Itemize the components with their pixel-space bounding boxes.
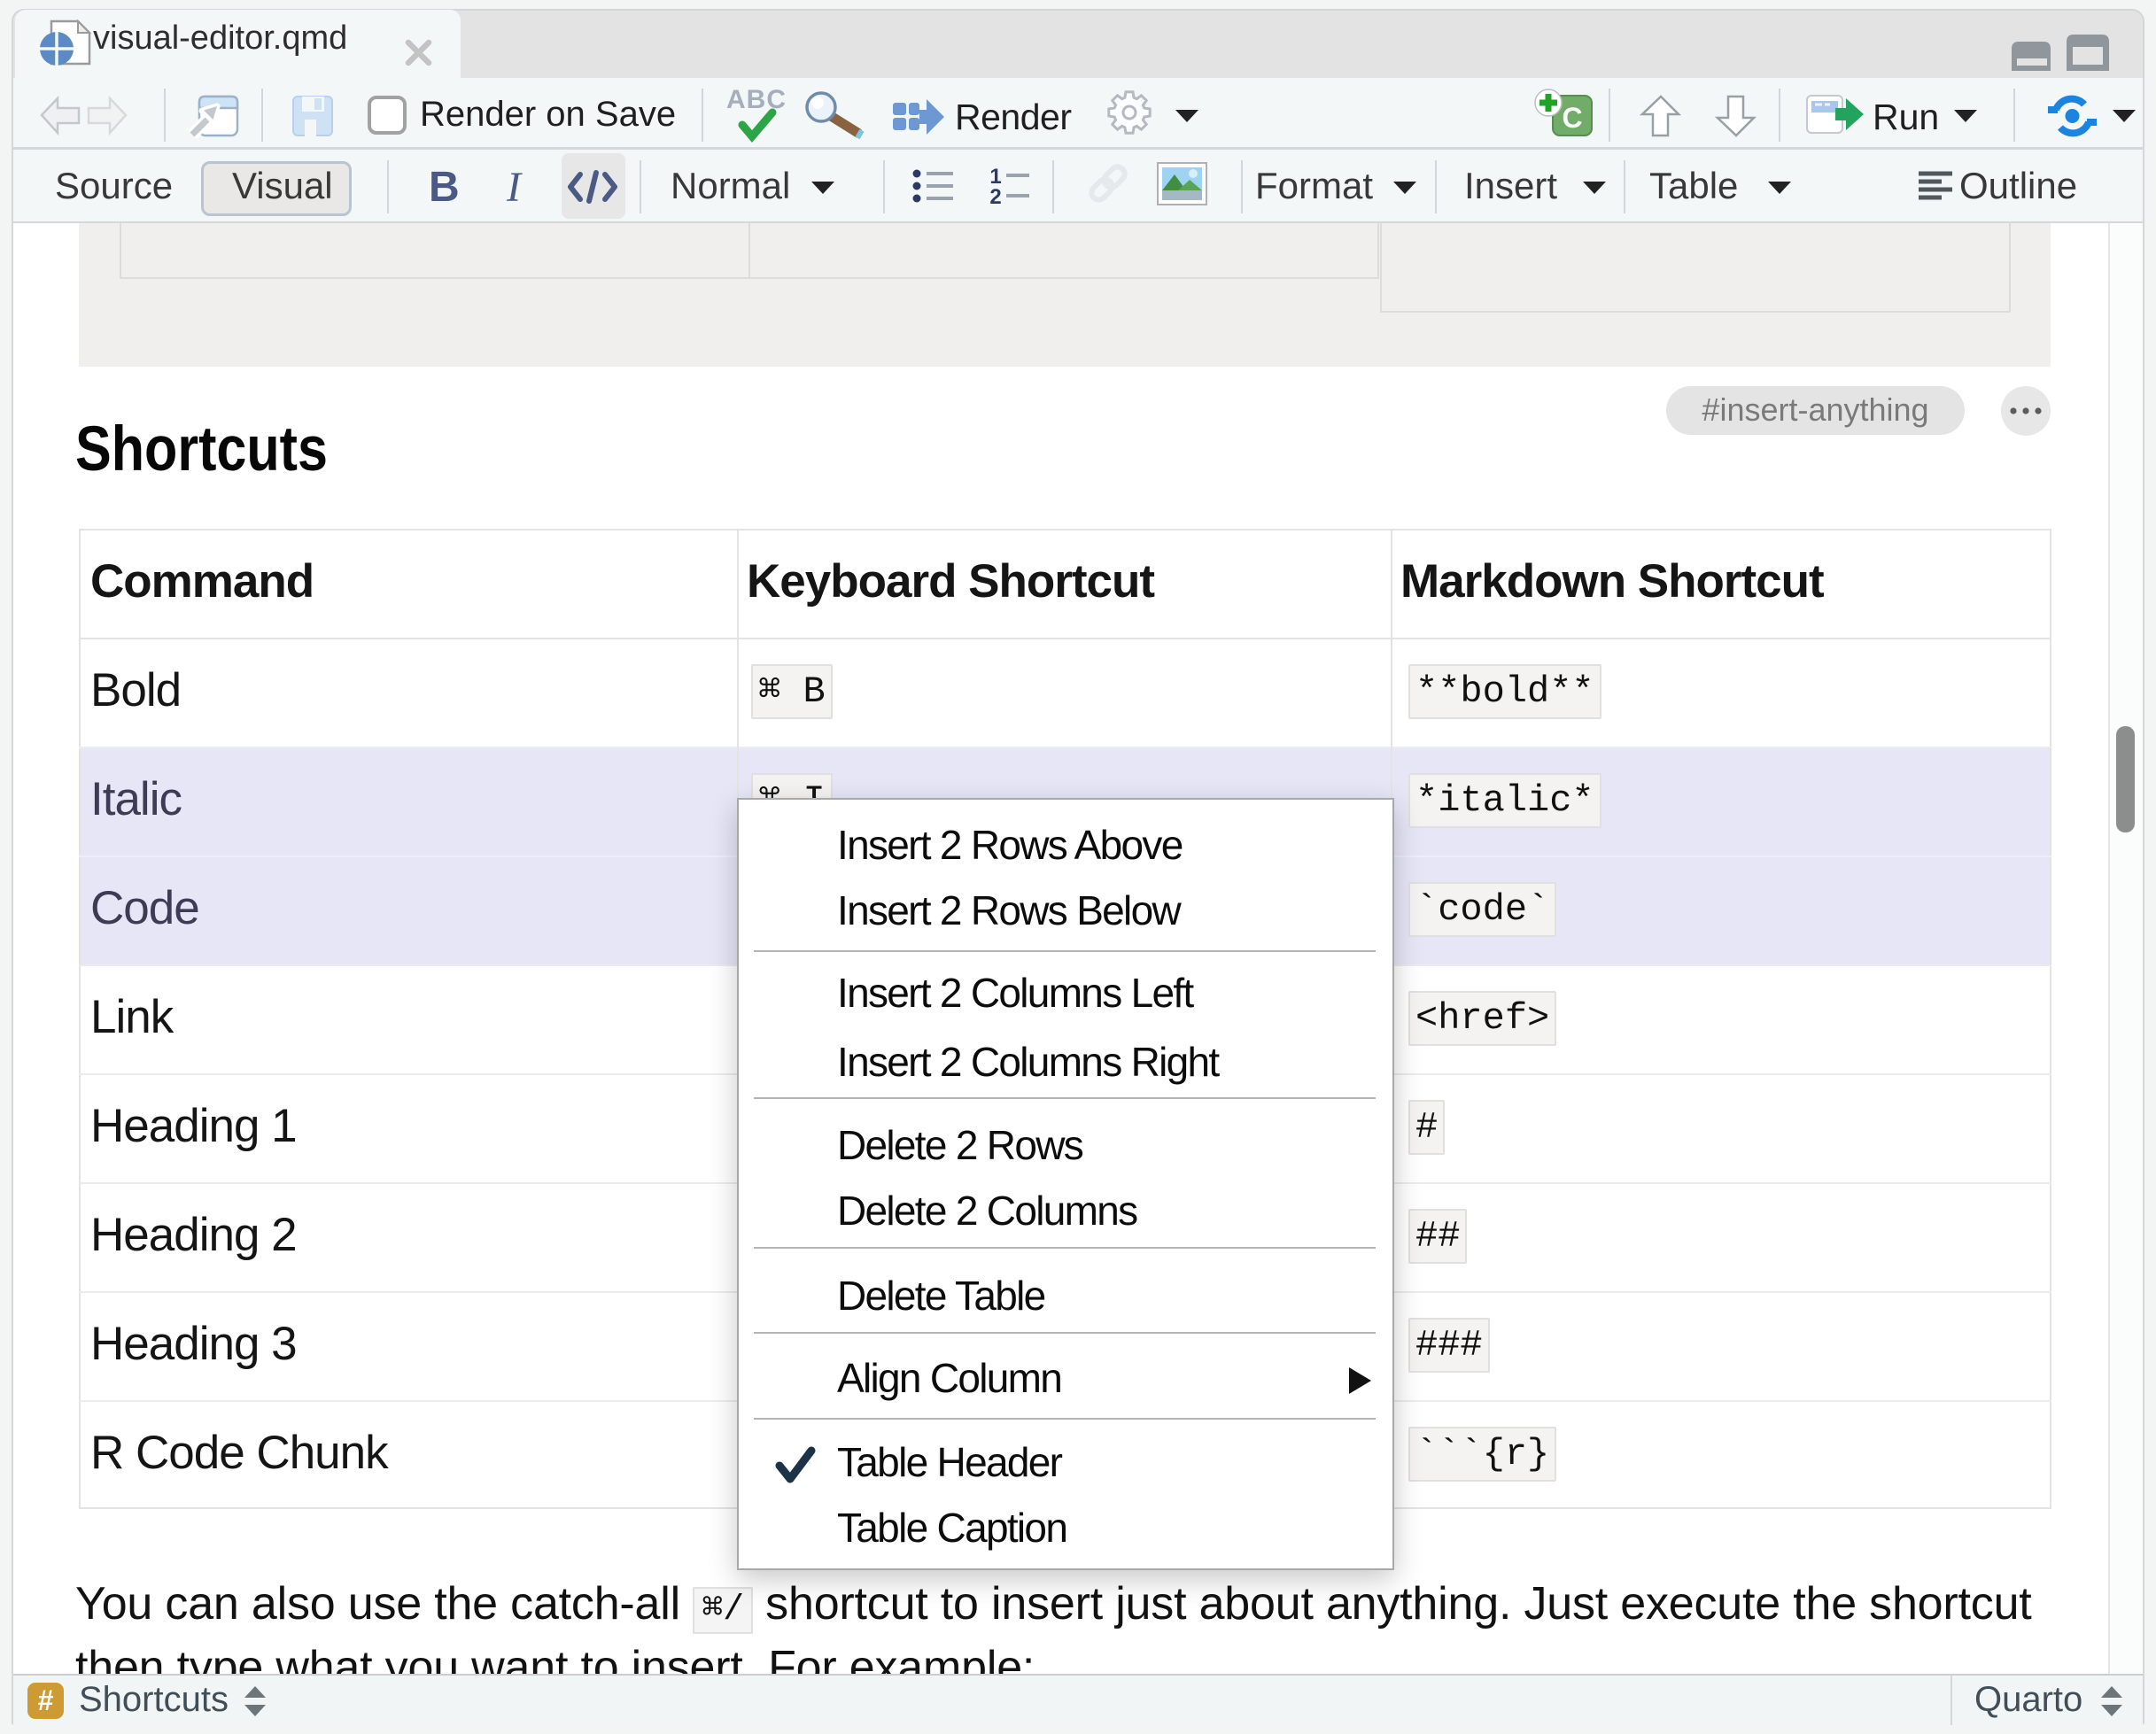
svg-text:2: 2 xyxy=(989,185,1001,209)
svg-text:C: C xyxy=(1562,102,1582,134)
